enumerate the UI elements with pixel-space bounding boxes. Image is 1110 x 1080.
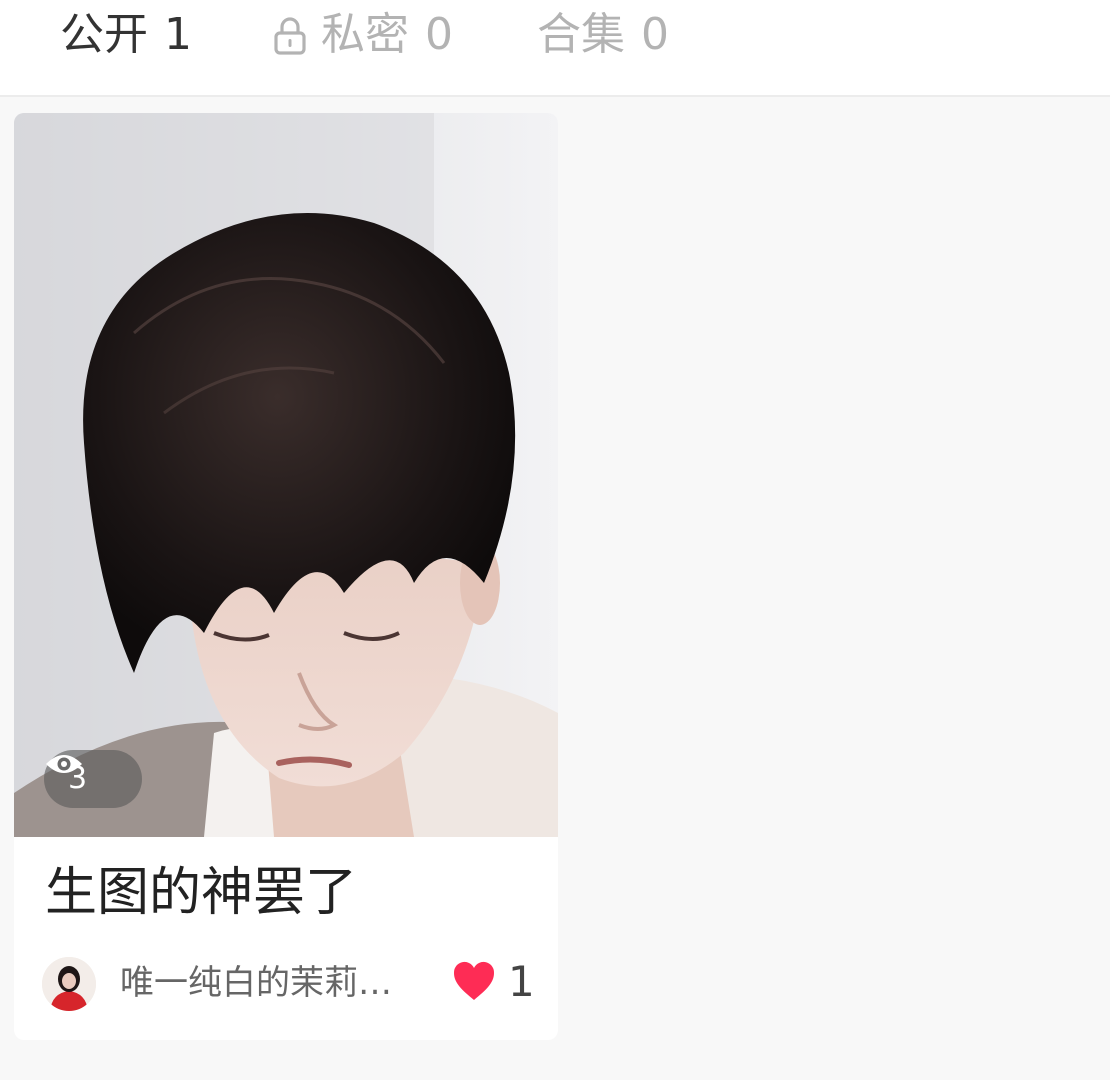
tab-private-count: 0 bbox=[425, 9, 453, 60]
avatar[interactable] bbox=[42, 957, 96, 1011]
tab-private-label: 私密 bbox=[321, 9, 409, 60]
lock-icon bbox=[274, 17, 306, 55]
tab-public-label: 公开 bbox=[60, 9, 148, 60]
post-card[interactable]: 3 生图的神罢了 唯一纯白的茉莉… 1 bbox=[14, 113, 558, 1040]
heart-icon[interactable] bbox=[452, 960, 496, 1002]
profile-tabs: 公开 1 私密 0 合集 0 bbox=[0, 0, 1110, 97]
tab-private[interactable]: 私密 0 bbox=[273, 8, 453, 62]
view-count-badge: 3 bbox=[44, 750, 142, 808]
post-cover-image[interactable]: 3 bbox=[14, 113, 558, 837]
tab-public[interactable]: 公开 1 bbox=[60, 8, 192, 62]
tab-collections[interactable]: 合集 0 bbox=[537, 8, 669, 62]
tab-public-count: 1 bbox=[164, 9, 192, 60]
post-author-row: 唯一纯白的茉莉… 1 bbox=[42, 955, 535, 1011]
like-count: 1 bbox=[508, 957, 535, 1006]
eye-icon bbox=[46, 755, 82, 773]
post-title[interactable]: 生图的神罢了 bbox=[45, 859, 357, 927]
tab-collections-label: 合集 bbox=[537, 9, 625, 60]
cover-photo-illustration bbox=[14, 113, 558, 837]
author-name[interactable]: 唯一纯白的茉莉… bbox=[120, 961, 420, 1005]
tab-collections-count: 0 bbox=[641, 9, 669, 60]
